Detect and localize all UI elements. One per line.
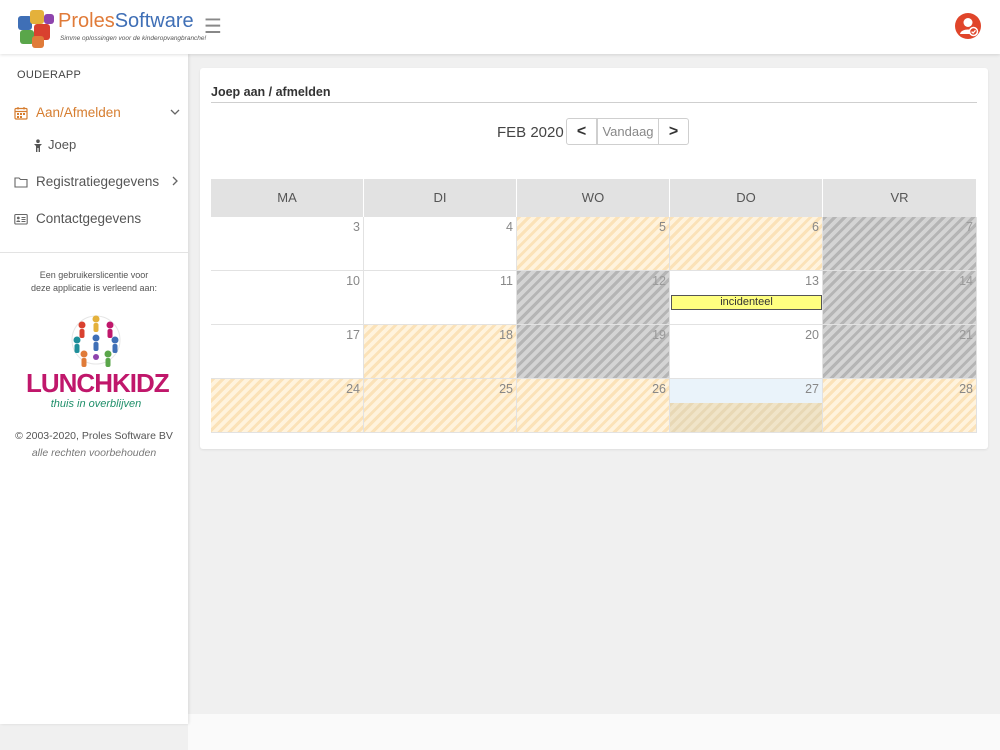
sidebar-item-contactgegevens[interactable]: Contactgegevens	[0, 205, 188, 235]
weekday-header: MA	[211, 179, 364, 217]
puzzle-logo-icon	[18, 10, 54, 48]
sidebar-divider	[0, 252, 188, 253]
calendar-day-cell[interactable]: 14	[823, 271, 977, 325]
calendar-day-cell[interactable]: 27	[670, 379, 823, 433]
day-number: 6	[812, 220, 819, 234]
calendar-day-cell[interactable]: 26	[517, 379, 670, 433]
sidebar: OUDERAPP Aan/Afmelden Joep Registratiege…	[0, 54, 188, 724]
weekday-header: DO	[670, 179, 823, 217]
folder-icon	[14, 177, 28, 188]
day-number: 11	[500, 274, 513, 288]
day-number: 5	[659, 220, 666, 234]
day-number: 24	[346, 382, 360, 396]
calendar-day-cell[interactable]: 13 incidenteel	[670, 271, 823, 325]
contact-card-icon	[14, 213, 28, 225]
day-number: 14	[959, 274, 973, 288]
calendar-icon	[14, 107, 28, 120]
sidebar-subitem-label: Joep	[48, 137, 77, 152]
weekday-header: DI	[364, 179, 517, 217]
today-highlight	[670, 379, 822, 403]
calendar-day-cell[interactable]: 21	[823, 325, 977, 379]
day-number: 20	[805, 328, 819, 342]
calendar-day-cell[interactable]: 17	[211, 325, 364, 379]
calendar-day-cell[interactable]: 4	[364, 217, 517, 271]
calendar-day-cell[interactable]: 6	[670, 217, 823, 271]
today-button[interactable]: Vandaag	[597, 118, 659, 145]
calendar-day-cell[interactable]: 24	[211, 379, 364, 433]
calendar-day-cell[interactable]: 12	[517, 271, 670, 325]
next-month-button[interactable]: >	[658, 118, 689, 145]
sidebar-heading: OUDERAPP	[17, 69, 82, 81]
license-line: Een gebruikerslicentie voor	[39, 270, 149, 280]
calendar-day-cell[interactable]: 19	[517, 325, 670, 379]
day-number: 10	[346, 274, 360, 288]
sidebar-item-label: Aan/Afmelden	[36, 105, 121, 120]
weekday-header: WO	[517, 179, 670, 217]
day-number: 17	[346, 328, 360, 342]
day-number: 7	[966, 220, 973, 234]
lunchkidz-title: LUNCHKIDZ	[26, 368, 170, 398]
day-number: 25	[499, 382, 513, 396]
day-number: 21	[959, 328, 973, 342]
calendar-day-cell[interactable]: 11	[364, 271, 517, 325]
previous-month-button[interactable]: <	[566, 118, 597, 145]
month-label: FEB 2020	[497, 124, 564, 141]
sidebar-item-label: Contactgegevens	[36, 211, 142, 226]
day-number: 3	[353, 220, 360, 234]
proles-software-logo[interactable]: ProlesSoftware Simme oplossingen voor de…	[16, 8, 206, 50]
event-incidenteel[interactable]: incidenteel	[671, 295, 822, 310]
weekday-header: VR	[823, 179, 977, 217]
day-number: 28	[959, 382, 973, 396]
calendar-day-cell[interactable]: 10	[211, 271, 364, 325]
calendar-day-cell[interactable]: 3	[211, 217, 364, 271]
license-line: deze applicatie is verleend aan:	[30, 283, 158, 293]
chevron-down-icon	[170, 109, 180, 115]
license-text: Een gebruikerslicentie voor deze applica…	[10, 269, 178, 295]
lunchkidz-subtitle: thuis in overblijven	[50, 398, 142, 410]
copyright-text: © 2003-2020, Proles Software BV	[15, 430, 173, 442]
calendar-day-cell[interactable]: 18	[364, 325, 517, 379]
sidebar-subitem-joep[interactable]: Joep	[0, 134, 188, 158]
calendar-day-cell[interactable]: 5	[517, 217, 670, 271]
calendar-day-cell[interactable]: 20	[670, 325, 823, 379]
attendance-card: Joep aan / afmelden FEB 2020 < Vandaag >…	[200, 68, 988, 449]
lunchkidz-logo: LUNCHKIDZ thuis in overblijven	[26, 310, 170, 420]
title-divider	[211, 102, 977, 103]
footer-area	[188, 714, 1000, 750]
chevron-right-icon	[172, 176, 178, 186]
sidebar-item-label: Registratiegegevens	[36, 174, 160, 189]
day-number: 26	[652, 382, 666, 396]
logo-tagline: Simme oplossingen voor de kinderopvangbr…	[60, 35, 207, 42]
sidebar-item-registratiegegevens[interactable]: Registratiegegevens	[0, 168, 188, 198]
day-number: 27	[805, 382, 819, 396]
hamburger-icon[interactable]: ☰	[204, 14, 222, 39]
page-title: Joep aan / afmelden	[211, 85, 331, 99]
logo-wordmark: ProlesSoftware	[58, 10, 194, 32]
top-header: ProlesSoftware Simme oplossingen voor de…	[0, 0, 1000, 54]
month-calendar: MA DI WO DO VR 3 4 5 6 7 10 11 12 13 incidenteel 14 17 18…	[211, 179, 977, 435]
day-number: 12	[652, 274, 666, 288]
day-number: 18	[499, 328, 513, 342]
today-closed-area	[670, 403, 822, 432]
day-number: 4	[506, 220, 513, 234]
user-account-icon[interactable]	[954, 12, 982, 40]
rights-text: alle rechten voorbehouden	[31, 447, 157, 459]
day-number: 19	[652, 328, 666, 342]
lunchkidz-figures-icon	[71, 315, 121, 367]
calendar-day-cell[interactable]: 28	[823, 379, 977, 433]
sidebar-item-aan-afmelden[interactable]: Aan/Afmelden	[0, 99, 188, 129]
calendar-day-cell[interactable]: 25	[364, 379, 517, 433]
day-number: 13	[805, 274, 819, 288]
calendar-day-cell[interactable]: 7	[823, 217, 977, 271]
child-icon	[34, 139, 42, 152]
